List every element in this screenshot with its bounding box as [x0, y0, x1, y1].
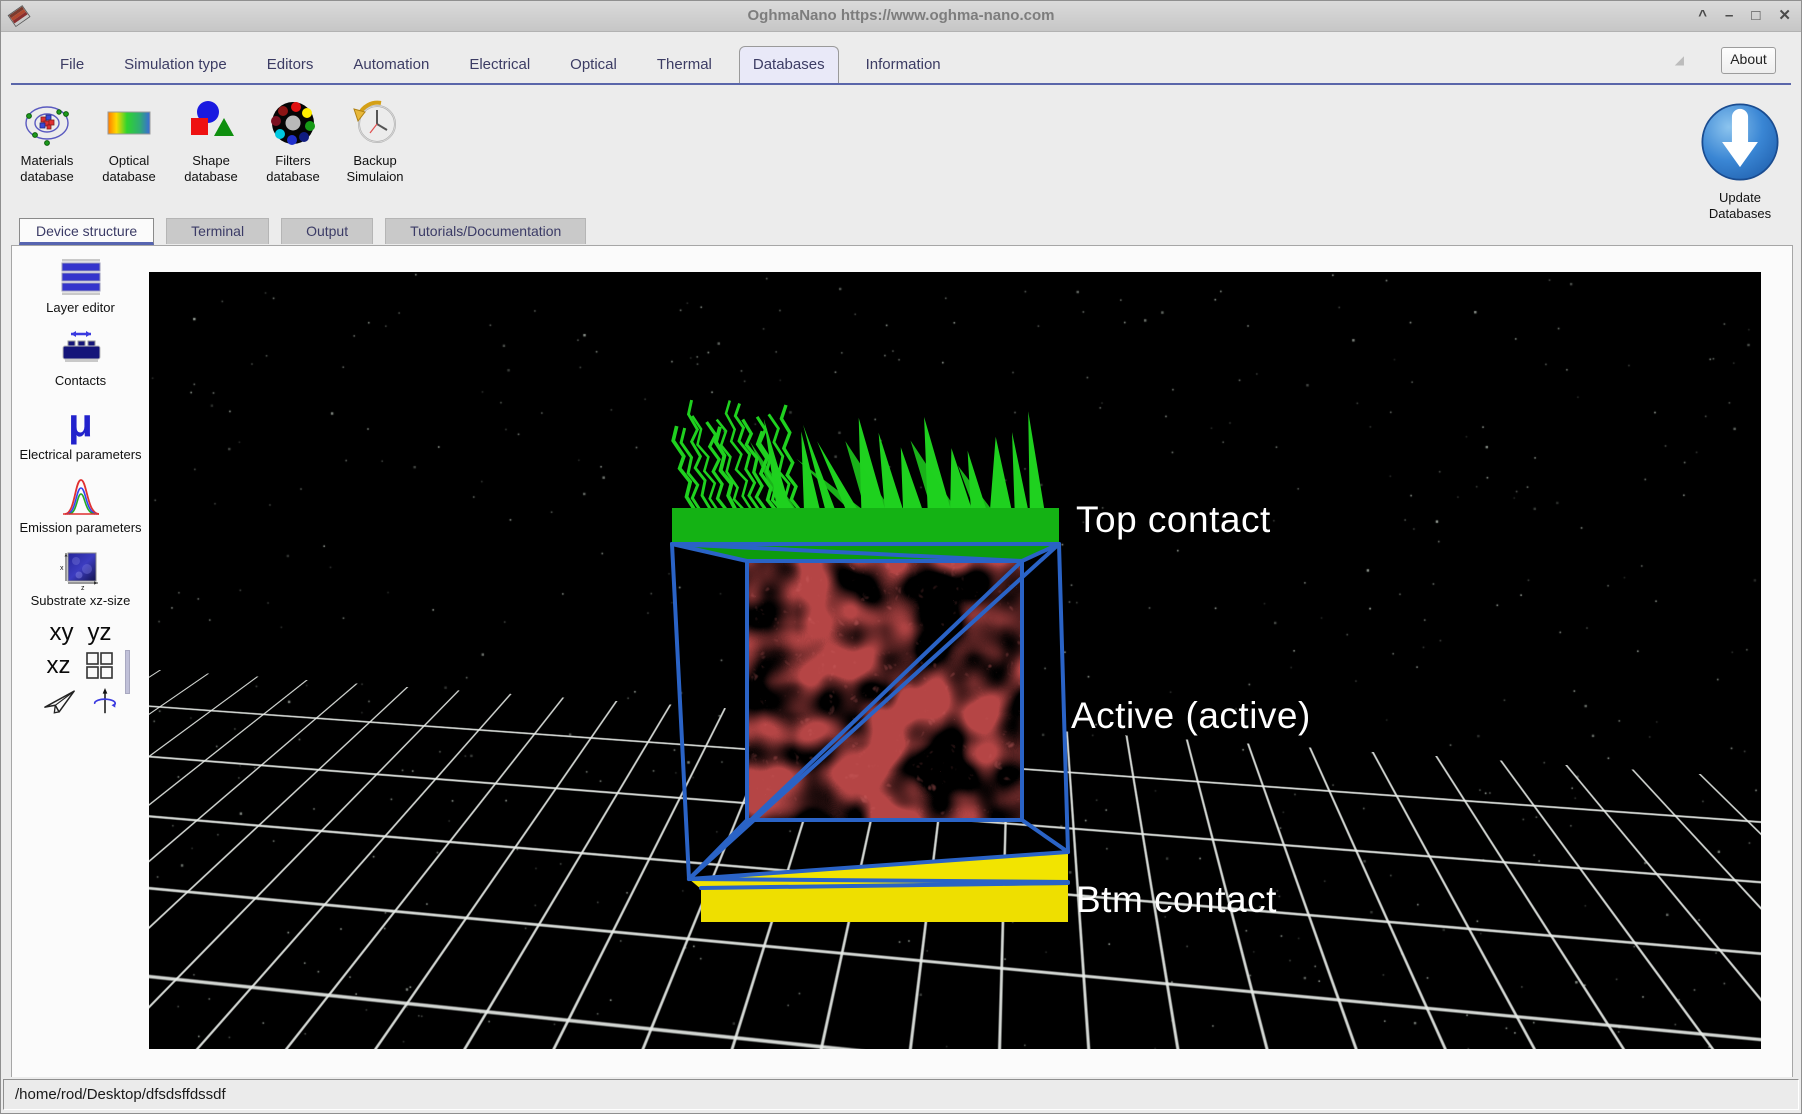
maximize-button[interactable]: □	[1751, 1, 1760, 31]
grid-view-button[interactable]	[85, 651, 115, 681]
about-button[interactable]: About	[1721, 47, 1776, 74]
sidebar-item-emission-parameters[interactable]: Emission parameters	[12, 474, 149, 535]
sidebar-item-electrical-parameters[interactable]: μ Electrical parameters	[12, 401, 149, 462]
device-structure	[149, 272, 1761, 1049]
app-window: OghmaNano https://www.oghma-nano.com ^–□…	[0, 0, 1802, 1114]
tab-device-structure[interactable]: Device structure	[19, 218, 154, 245]
label-btm-contact: Btm contact	[1076, 879, 1277, 921]
tab-tutorials-documentation[interactable]: Tutorials/Documentation	[385, 218, 586, 244]
menu-item-file[interactable]: File	[47, 47, 97, 83]
menubar: File Simulation type Editors Automation Elec…	[47, 39, 954, 83]
svg-text:z: z	[81, 585, 85, 591]
ribbon-update-databases[interactable]: Update Databases	[1697, 99, 1783, 223]
ribbon-optical-database[interactable]: Optical database	[93, 99, 165, 186]
ribbon-items: Materials database Optical database Shap…	[11, 99, 411, 186]
sidebar-item-label: Electrical parameters	[12, 447, 149, 462]
window-controls: ^–□ ✕	[1698, 1, 1791, 31]
ribbon-label: Backup Simulaion	[339, 153, 411, 186]
menu-item-optical[interactable]: Optical	[557, 47, 630, 83]
ribbon-materials-database[interactable]: Materials database	[11, 99, 83, 186]
paper-plane-icon[interactable]	[43, 688, 77, 720]
menu-item-simulation-type[interactable]: Simulation type	[111, 47, 240, 83]
tab-output[interactable]: Output	[281, 218, 373, 244]
ribbon-shape-database[interactable]: Shape database	[175, 99, 247, 186]
optical-database-icon	[105, 99, 153, 147]
window-title: OghmaNano https://www.oghma-nano.com	[1, 1, 1801, 31]
sidebar-item-layer-editor[interactable]: Layer editor	[12, 254, 149, 315]
update-databases-icon	[1697, 99, 1783, 190]
svg-text:x: x	[60, 565, 64, 572]
splitter-handle[interactable]	[125, 650, 130, 694]
menu-item-information[interactable]: Information	[853, 47, 954, 83]
sidebar-item-label: Contacts	[12, 373, 149, 388]
tab-terminal[interactable]: Terminal	[166, 218, 269, 244]
sidebar-item-label: Emission parameters	[12, 520, 149, 535]
materials-database-icon	[23, 99, 71, 147]
sidebar-item-label: Layer editor	[12, 300, 149, 315]
view-button-xy[interactable]: xy	[50, 621, 74, 645]
ribbon-backup-simulation[interactable]: Backup Simulaion	[339, 99, 411, 186]
menu-item-automation[interactable]: Automation	[340, 47, 442, 83]
substrate-xz-size-icon: x z	[57, 547, 105, 591]
rotate-axis-icon[interactable]	[91, 687, 119, 722]
layer-editor-icon	[57, 254, 105, 298]
resize-grip-icon: ◢	[1675, 53, 1684, 67]
sidebar-item-substrate-xz-size[interactable]: x z Substrate xz-size	[12, 547, 149, 608]
menu-item-editors[interactable]: Editors	[254, 47, 327, 83]
view-button-yz[interactable]: yz	[88, 621, 112, 645]
filters-database-icon	[269, 99, 317, 147]
label-top-contact: Top contact	[1076, 499, 1271, 541]
shade-button[interactable]: ^	[1698, 1, 1707, 31]
emission-parameters-icon	[57, 474, 105, 518]
sidebar-item-label: Substrate xz-size	[12, 593, 149, 608]
simulation-path: /home/rod/Desktop/dfsdsffdssdf	[3, 1079, 1799, 1110]
menu-item-thermal[interactable]: Thermal	[644, 47, 725, 83]
shape-database-icon	[187, 99, 235, 147]
contacts-icon	[57, 327, 105, 371]
view-tabs: Device structure Terminal Output Tutorials/…	[19, 218, 586, 244]
ribbon-label: Materials database	[11, 153, 83, 186]
view-button-xz[interactable]: xz	[47, 654, 71, 678]
close-button[interactable]: ✕	[1778, 1, 1791, 31]
label-active-layer: Active (active)	[1071, 695, 1311, 737]
content-area: Layer editor Contacts μ Electrical paramet…	[11, 245, 1793, 1078]
statusbar: /home/rod/Desktop/dfsdsffdssdf	[1, 1077, 1801, 1113]
menu-item-databases[interactable]: Databases	[739, 46, 839, 85]
electrical-parameters-icon: μ	[57, 401, 105, 445]
ribbon-filters-database[interactable]: Filters database	[257, 99, 329, 186]
titlebar: OghmaNano https://www.oghma-nano.com ^–□…	[1, 1, 1801, 32]
grass	[673, 400, 1044, 511]
ribbon-label: Update Databases	[1697, 190, 1783, 223]
backup-simulation-icon	[351, 99, 399, 147]
ribbon: Materials database Optical database Shap…	[1, 85, 1801, 215]
ribbon-label: Shape database	[175, 153, 247, 186]
sidebar-item-contacts[interactable]: Contacts	[12, 327, 149, 388]
menu-item-electrical[interactable]: Electrical	[456, 47, 543, 83]
minimize-button[interactable]: –	[1725, 1, 1733, 31]
ribbon-label: Optical database	[93, 153, 165, 186]
ribbon-label: Filters database	[257, 153, 329, 186]
device-3d-viewport[interactable]: Top contact Active (active) Btm contact	[149, 272, 1761, 1049]
